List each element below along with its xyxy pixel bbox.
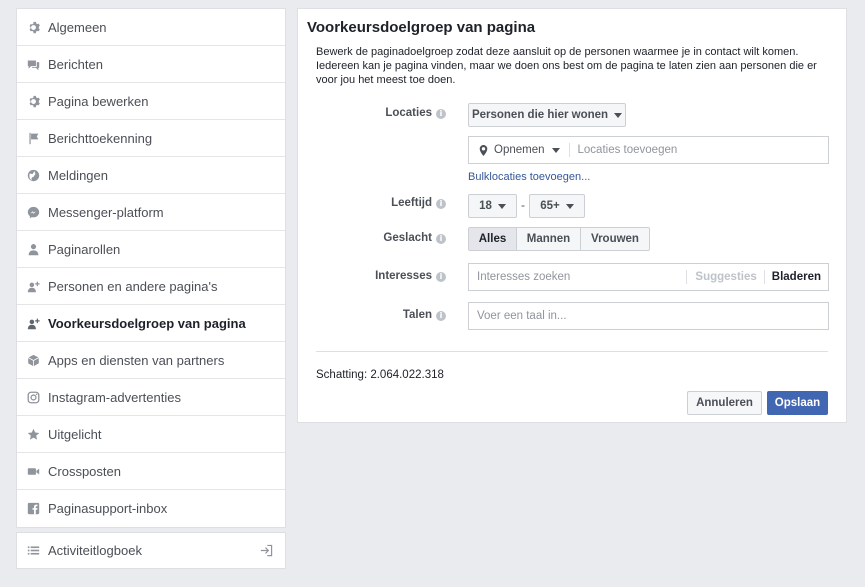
- sidebar-item-pagina-bewerken[interactable]: Pagina bewerken: [17, 83, 285, 120]
- star-icon: [26, 427, 40, 441]
- gender-label: Geslacht i: [298, 232, 446, 244]
- chevron-down-icon: [565, 203, 574, 209]
- age-separator: -: [521, 198, 525, 212]
- sidebar-item-label: Meldingen: [48, 167, 108, 183]
- sidebar-item-paginasupport-inbox[interactable]: Paginasupport-inbox: [17, 490, 285, 527]
- age-max-dropdown[interactable]: 65+: [529, 194, 585, 218]
- sidebar-item-label: Uitgelicht: [48, 426, 102, 442]
- messenger-icon: [26, 205, 40, 219]
- gear-icon: [26, 20, 40, 34]
- info-icon: i: [436, 234, 446, 244]
- languages-input[interactable]: Voer een taal in...: [468, 302, 829, 330]
- sidebar-item-berichttoekenning[interactable]: Berichttoekenning: [17, 120, 285, 157]
- divider: [316, 351, 828, 352]
- info-icon: i: [436, 311, 446, 321]
- interests-label: Interesses i: [298, 270, 446, 282]
- sidebar-item-label: Paginasupport-inbox: [48, 501, 168, 516]
- sidebar-item-crossposten[interactable]: Crossposten: [17, 453, 285, 490]
- divider: [686, 270, 688, 284]
- locations-input[interactable]: Opnemen Locaties toevoegen: [468, 136, 829, 164]
- sidebar-item-voorkeursdoelgroep[interactable]: Voorkeursdoelgroep van pagina: [17, 305, 285, 342]
- sidebar-item-label: Paginarollen: [48, 241, 121, 257]
- sidebar-item-label: Berichten: [48, 56, 103, 72]
- facebook-icon: [26, 502, 40, 516]
- sidebar-item-instagram-advertenties[interactable]: Instagram-advertenties: [17, 379, 285, 416]
- info-icon: i: [436, 109, 446, 119]
- interests-input[interactable]: Interesses zoeken Suggesties Bladeren: [468, 263, 829, 291]
- sidebar-item-meldingen[interactable]: Meldingen: [17, 157, 285, 194]
- sidebar-item-uitgelicht[interactable]: Uitgelicht: [17, 416, 285, 453]
- people-icon: [26, 279, 40, 293]
- sidebar-item-label: Pagina bewerken: [48, 93, 149, 109]
- sidebar-item-label: Activiteitlogboek: [48, 543, 142, 558]
- flag-icon: [26, 131, 40, 145]
- sidebar-item-activiteitlogboek[interactable]: Activiteitlogboek: [16, 532, 286, 569]
- bulk-locations-link[interactable]: Bulklocaties toevoegen...: [468, 171, 590, 183]
- gender-option-vrouwen[interactable]: Vrouwen: [581, 227, 650, 251]
- cube-icon: [26, 353, 40, 367]
- locations-type-dropdown[interactable]: Personen die hier wonen: [468, 103, 626, 127]
- age-min-dropdown[interactable]: 18: [468, 194, 517, 218]
- audience-card: Voorkeursdoelgroep van pagina Bewerk de …: [297, 8, 847, 423]
- suggestions-link[interactable]: Suggesties: [695, 271, 756, 283]
- settings-sidebar: Algemeen Berichten Pagina bewerken Beric…: [16, 8, 286, 528]
- list-icon: [26, 544, 40, 558]
- instagram-icon: [26, 390, 40, 404]
- sidebar-item-label: Voorkeursdoelgroep van pagina: [48, 315, 246, 331]
- sidebar-item-paginarollen[interactable]: Paginarollen: [17, 231, 285, 268]
- sidebar-item-label: Instagram-advertenties: [48, 389, 181, 405]
- age-min-value: 18: [479, 200, 492, 212]
- sidebar-item-label: Messenger-platform: [48, 204, 164, 220]
- locations-type-value: Personen die hier wonen: [471, 109, 609, 121]
- sidebar-item-apps-en-diensten[interactable]: Apps en diensten van partners: [17, 342, 285, 379]
- interests-placeholder: Interesses zoeken: [477, 271, 571, 283]
- person-icon: [26, 242, 40, 256]
- location-pin-icon: [478, 144, 489, 156]
- message-icon: [26, 57, 40, 71]
- cancel-button[interactable]: Annuleren: [687, 391, 762, 415]
- include-dropdown[interactable]: Opnemen: [494, 144, 560, 156]
- sidebar-item-label: Personen en andere pagina's: [48, 278, 218, 294]
- people-icon: [26, 316, 40, 330]
- sidebar-item-label: Crossposten: [48, 463, 121, 479]
- age-max-value: 65+: [540, 200, 560, 212]
- divider: [568, 143, 570, 157]
- sidebar-item-personen-en-andere-paginas[interactable]: Personen en andere pagina's: [17, 268, 285, 305]
- sidebar-item-messenger-platform[interactable]: Messenger-platform: [17, 194, 285, 231]
- globe-icon: [26, 168, 40, 182]
- locations-placeholder: Locaties toevoegen: [577, 144, 678, 156]
- browse-button[interactable]: Bladeren: [772, 271, 821, 283]
- gender-option-alles[interactable]: Alles: [468, 227, 517, 251]
- save-button[interactable]: Opslaan: [767, 391, 828, 415]
- gender-option-mannen[interactable]: Mannen: [517, 227, 581, 251]
- chevron-down-icon: [497, 203, 506, 209]
- divider: [763, 270, 765, 284]
- gender-selector: Alles Mannen Vrouwen: [468, 227, 650, 251]
- audience-estimate: Schatting: 2.064.022.318: [316, 369, 444, 381]
- languages-label: Talen i: [298, 309, 446, 321]
- exit-icon: [260, 544, 273, 560]
- info-icon: i: [436, 272, 446, 282]
- chevron-down-icon: [614, 112, 623, 118]
- info-icon: i: [436, 199, 446, 209]
- languages-placeholder: Voer een taal in...: [477, 310, 567, 322]
- page-title: Voorkeursdoelgroep van pagina: [307, 19, 536, 36]
- sidebar-item-label: Apps en diensten van partners: [48, 352, 225, 368]
- video-icon: [26, 464, 40, 478]
- sidebar-item-label: Algemeen: [48, 19, 107, 35]
- description: Bewerk de paginadoelgroep zodat deze aan…: [316, 46, 817, 86]
- chevron-down-icon: [551, 147, 560, 153]
- age-label: Leeftijd i: [298, 197, 446, 209]
- sidebar-item-berichten[interactable]: Berichten: [17, 46, 285, 83]
- gear-icon: [26, 94, 40, 108]
- locations-label: Locaties i: [298, 107, 446, 119]
- sidebar-item-algemeen[interactable]: Algemeen: [17, 9, 285, 46]
- sidebar-item-label: Berichttoekenning: [48, 130, 153, 146]
